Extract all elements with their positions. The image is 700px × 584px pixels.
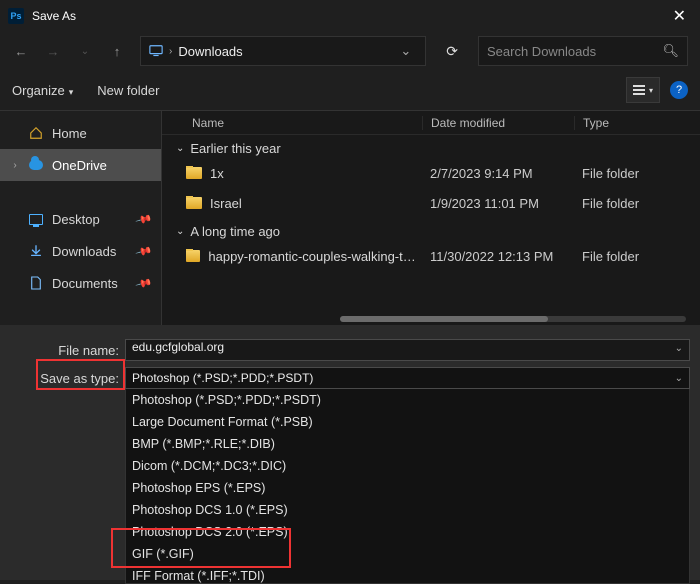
column-header-date[interactable]: Date modified [422,116,574,130]
sidebar-item-label: Documents [52,276,118,291]
sidebar-item-home[interactable]: Home [0,117,161,149]
photoshop-app-icon: Ps [8,8,24,24]
address-dropdown-icon[interactable]: ⌄ [394,43,417,59]
nav-back-icon[interactable]: ← [12,44,30,59]
cloud-icon [28,157,44,173]
sidebar-item-desktop[interactable]: Desktop 📌 [0,203,161,235]
document-icon [28,275,44,291]
search-placeholder: Search Downloads [487,44,662,59]
file-row[interactable]: 1x 2/7/2023 9:14 PM File folder [162,158,700,188]
save-type-combo[interactable]: Photoshop (*.PSD;*.PDD;*.PSDT) ⌄ Photosh… [125,367,690,389]
column-headers: Name Date modified Type [162,111,700,135]
refresh-button[interactable]: ⟳ [440,43,464,60]
desktop-icon [28,211,44,227]
pin-icon: 📌 [135,242,153,260]
save-panel: File name: edu.gcfglobal.org ⌄ Save as t… [0,325,700,580]
sidebar-item-label: Desktop [52,212,100,227]
folder-icon [186,167,202,179]
save-type-option[interactable]: Dicom (*.DCM;*.DC3;*.DIC) [126,455,689,477]
horizontal-scrollbar[interactable] [340,316,686,322]
column-header-name[interactable]: Name [162,116,422,130]
save-type-option[interactable]: Photoshop DCS 2.0 (*.EPS) [126,521,689,543]
chevron-right-icon: › [10,160,20,171]
download-icon [28,243,44,259]
address-bar[interactable]: › Downloads ⌄ [140,36,426,66]
search-input[interactable]: Search Downloads 🔍︎ [478,36,688,66]
new-folder-button[interactable]: New folder [97,83,159,98]
filename-input[interactable]: edu.gcfglobal.org ⌄ [125,339,690,361]
close-button[interactable]: ✕ [667,6,692,26]
home-icon [28,125,44,141]
file-row[interactable]: happy-romantic-couples-walking-togeth...… [162,241,700,271]
window-title: Save As [32,9,76,23]
chevron-down-icon[interactable]: ⌄ [675,343,683,354]
nav-up-icon[interactable]: ↑ [108,44,126,59]
chevron-right-icon: › [169,46,172,57]
sidebar-item-onedrive[interactable]: › OneDrive [0,149,161,181]
save-type-option[interactable]: Photoshop EPS (*.EPS) [126,477,689,499]
pin-icon: 📌 [135,274,153,292]
list-view-icon [633,85,645,95]
sidebar-item-downloads[interactable]: Downloads 📌 [0,235,161,267]
save-type-dropdown-list: Photoshop (*.PSD;*.PDD;*.PSDT)Large Docu… [125,389,690,584]
pin-icon: 📌 [135,210,153,228]
file-list-pane: Name Date modified Type ⌄ Earlier this y… [162,111,700,325]
chevron-down-icon: ⌄ [176,143,184,154]
save-type-option[interactable]: GIF (*.GIF) [126,543,689,565]
filename-label: File name: [10,343,125,358]
sidebar: Home › OneDrive Desktop 📌 Downloads 📌 [0,111,162,325]
sidebar-item-documents[interactable]: Documents 📌 [0,267,161,299]
save-type-option[interactable]: Large Document Format (*.PSB) [126,411,689,433]
file-group-header[interactable]: ⌄ Earlier this year [162,135,700,158]
save-type-option[interactable]: Photoshop DCS 1.0 (*.EPS) [126,499,689,521]
chevron-down-icon: ▾ [69,87,74,97]
file-group-header[interactable]: ⌄ A long time ago [162,218,700,241]
save-type-option[interactable]: BMP (*.BMP;*.RLE;*.DIB) [126,433,689,455]
folder-icon [186,197,202,209]
sidebar-item-label: OneDrive [52,158,107,173]
sidebar-item-label: Downloads [52,244,116,259]
chevron-down-icon: ⌄ [675,373,683,384]
file-row[interactable]: Israel 1/9/2023 11:01 PM File folder [162,188,700,218]
help-button[interactable]: ? [670,81,688,99]
save-type-option[interactable]: IFF Format (*.IFF;*.TDI) [126,565,689,584]
save-type-option[interactable]: Photoshop (*.PSD;*.PDD;*.PSDT) [126,389,689,411]
nav-recent-icon[interactable]: ⌄ [76,46,94,57]
sidebar-item-label: Home [52,126,87,141]
organize-button[interactable]: Organize▾ [12,83,73,98]
search-icon: 🔍︎ [662,43,679,59]
folder-icon [186,250,200,262]
this-pc-icon [149,44,163,58]
nav-forward-icon[interactable]: → [44,44,62,59]
nav-row: ← → ⌄ ↑ › Downloads ⌄ ⟳ Search Downloads… [0,32,700,70]
chevron-down-icon: ⌄ [176,226,184,237]
view-mode-button[interactable]: ▾ [626,77,660,103]
save-type-label: Save as type: [10,371,125,386]
column-header-type[interactable]: Type [574,116,700,130]
titlebar: Ps Save As ✕ [0,0,700,32]
save-type-selected[interactable]: Photoshop (*.PSD;*.PDD;*.PSDT) ⌄ [125,367,690,389]
toolbar: Organize▾ New folder ▾ ? [0,70,700,110]
location-text: Downloads [178,44,242,59]
